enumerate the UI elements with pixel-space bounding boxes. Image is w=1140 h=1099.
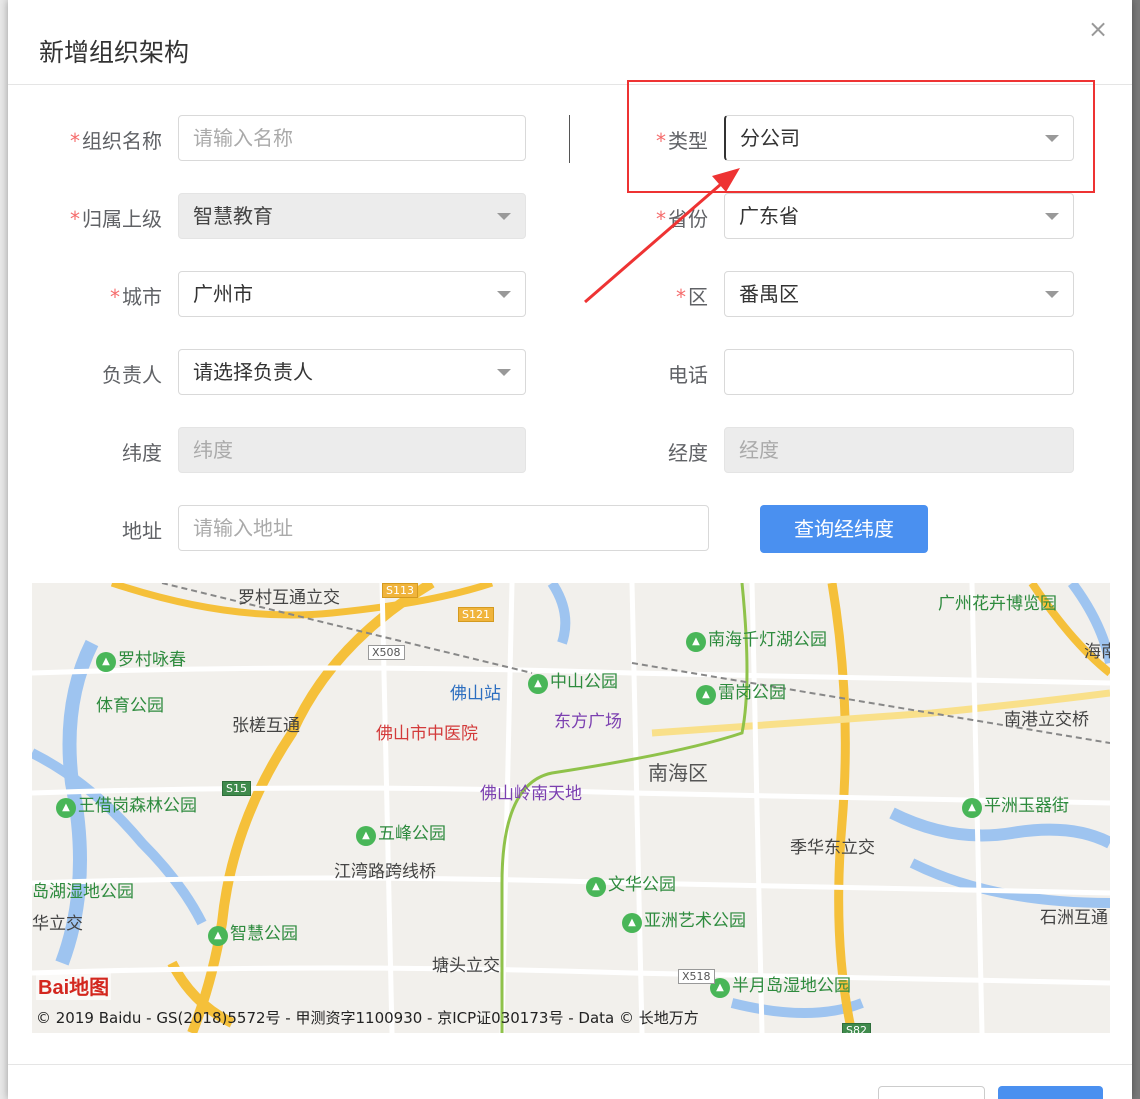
dialog-title: 新增组织架构: [39, 38, 190, 67]
district-label: * 区: [676, 285, 708, 309]
longitude-input: 经度: [724, 427, 1074, 473]
baidu-map[interactable]: 罗村互通立交 罗村咏春 体育公园 张槎互通 佛山站 中山公园 南海千灯湖公园 雷…: [32, 583, 1110, 1033]
map-station-label: 佛山站: [450, 684, 501, 704]
map-label: 华立交: [32, 914, 83, 934]
map-park-label: 文华公园: [586, 870, 676, 897]
confirm-button[interactable]: [998, 1086, 1103, 1099]
province-select[interactable]: 广东省: [724, 193, 1074, 239]
map-label: 石洲互通: [1040, 908, 1108, 928]
map-copyright: © 2019 Baidu - GS(2018)5572号 - 甲测资字11009…: [36, 1009, 699, 1027]
map-poi-label: 东方广场: [554, 712, 622, 732]
manager-label: 负责人: [102, 363, 162, 387]
chevron-down-icon: [497, 369, 511, 376]
city-select[interactable]: 广州市: [178, 271, 526, 317]
phone-input[interactable]: [724, 349, 1074, 395]
parent-select: 智慧教育: [178, 193, 526, 239]
map-label: 张槎互通: [232, 716, 300, 736]
road-shield: S113: [382, 583, 418, 598]
road-shield: S121: [458, 607, 494, 622]
map-park-label: 罗村咏春: [96, 645, 186, 672]
road-shield: X508: [368, 645, 405, 660]
close-icon[interactable]: ×: [1088, 15, 1108, 43]
map-poi-label: 佛山岭南天地: [480, 784, 582, 804]
map-label: 南港立交桥: [1004, 710, 1089, 730]
chevron-down-icon: [497, 213, 511, 220]
page-background: [0, 0, 8, 1099]
annotation-highlight-box: [627, 80, 1095, 193]
baidu-logo: Bai地图: [36, 971, 112, 1000]
chevron-down-icon: [1045, 213, 1059, 220]
address-input[interactable]: 请输入地址: [178, 505, 709, 551]
map-park-label: 中山公园: [528, 667, 618, 694]
map-park-label: 平洲玉器街: [962, 791, 1069, 818]
map-park-label: 广州花卉博览园: [938, 594, 1057, 614]
road-shield: X518: [678, 969, 715, 984]
map-park-label: 半月岛湿地公园: [710, 971, 851, 998]
district-select[interactable]: 番禺区: [724, 271, 1074, 317]
parent-label: * 归属上级: [70, 207, 162, 231]
footer-divider: [8, 1064, 1132, 1065]
map-park-label: 南海千灯湖公园: [686, 625, 827, 652]
longitude-label: 经度: [668, 441, 708, 465]
road-shield: S82: [842, 1023, 871, 1033]
chevron-down-icon: [1045, 291, 1059, 298]
map-district-label: 南海区: [648, 761, 708, 785]
query-coordinates-button[interactable]: 查询经纬度: [760, 505, 928, 553]
province-label: * 省份: [656, 207, 708, 231]
cancel-button[interactable]: [878, 1086, 985, 1099]
map-park-label: 亚洲艺术公园: [622, 906, 746, 933]
chevron-down-icon: [497, 291, 511, 298]
map-park-label: 王借岗森林公园: [56, 791, 197, 818]
org-name-label: * 组织名称: [70, 129, 162, 153]
city-label: * 城市: [110, 285, 162, 309]
map-park-label: 体育公园: [96, 696, 164, 716]
dialog-header: 新增组织架构 ×: [8, 0, 1132, 85]
map-park-label: 雷岗公园: [696, 678, 786, 705]
latitude-label: 纬度: [122, 441, 162, 465]
map-hospital-label: 佛山市中医院: [376, 724, 478, 744]
org-name-input[interactable]: 请输入名称: [178, 115, 526, 161]
map-park-label: 岛湖湿地公园: [32, 882, 134, 902]
latitude-input: 纬度: [178, 427, 526, 473]
manager-select[interactable]: 请选择负责人: [178, 349, 526, 395]
map-park-label: 智慧公园: [208, 919, 298, 946]
map-label: 罗村互通立交: [238, 588, 340, 608]
address-label: 地址: [122, 519, 162, 543]
map-label: 海南: [1084, 642, 1110, 662]
map-label: 塘头立交: [432, 956, 500, 976]
phone-label: 电话: [668, 363, 708, 387]
map-label: 江湾路跨线桥: [334, 862, 436, 882]
road-shield: S15: [222, 781, 251, 796]
map-label: 季华东立交: [790, 838, 875, 858]
map-park-label: 五峰公园: [356, 819, 446, 846]
